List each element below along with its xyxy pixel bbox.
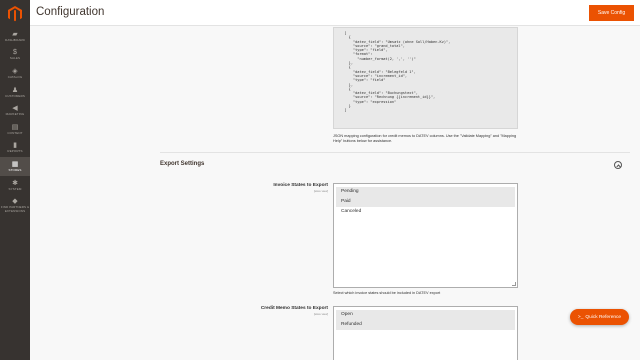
terminal-icon: >_ <box>577 314 584 320</box>
store-icon: ▦ <box>11 160 19 168</box>
mapping-code-textarea[interactable]: [ { "datev_field": "Umsatz (ohne Soll/Ha… <box>333 27 518 129</box>
invoice-states-hint: Select which invoice states should be in… <box>333 291 441 295</box>
mapping-code-text: [ { "datev_field": "Umsatz (ohne Soll/Ha… <box>344 31 451 113</box>
magento-logo-icon <box>8 5 22 21</box>
select-option[interactable]: Open <box>336 310 515 320</box>
sidebar-item-label: Reports <box>7 149 23 154</box>
invoice-states-label: Invoice States to Export [store view] <box>158 183 328 193</box>
invoice-states-label-text: Invoice States to Export <box>273 183 328 188</box>
person-icon: ♟ <box>11 86 19 94</box>
mapping-note: JSON mapping configuration for credit me… <box>333 134 517 143</box>
sidebar-item-label: Dashboard <box>5 37 25 42</box>
gear-icon: ✱ <box>12 179 18 187</box>
dashboard-icon: ▰ <box>12 30 18 38</box>
sidebar-item-dashboard[interactable]: ▰ Dashboard <box>0 27 30 46</box>
sidebar-item-label: Find Partners & Extensions <box>0 204 30 213</box>
sidebar-item-label: Customers <box>4 93 25 98</box>
extensions-icon: ◆ <box>12 197 18 205</box>
sidebar-item-label: Catalog <box>7 74 23 79</box>
credit-memo-states-label-text: Credit Memo States to Export <box>260 306 328 311</box>
select-option[interactable]: Paid <box>336 197 515 207</box>
collapse-chevron-icon[interactable] <box>614 161 622 169</box>
sidebar-item-sales[interactable]: $ Sales <box>0 46 30 65</box>
credit-memo-states-multiselect[interactable]: Open Refunded <box>333 306 518 360</box>
admin-sidebar: ▰ Dashboard $ Sales ◈ Catalog ♟ Customers ◀ Marke… <box>0 0 30 360</box>
sidebar-item-system[interactable]: ✱ System <box>0 176 30 195</box>
sidebar-item-label: Sales <box>9 56 21 61</box>
select-option[interactable]: Refunded <box>336 320 515 330</box>
invoice-states-scope: [store view] <box>313 188 328 193</box>
megaphone-icon: ◀ <box>12 105 18 113</box>
sidebar-item-find-partners-extensions[interactable]: ◆ Find Partners & Extensions <box>0 194 30 216</box>
bar-chart-icon: ▮ <box>13 142 17 150</box>
resize-handle-icon[interactable] <box>512 282 516 286</box>
select-option[interactable]: Pending <box>336 187 515 197</box>
export-settings-title[interactable]: Export Settings <box>160 161 204 167</box>
magento-logo[interactable] <box>0 0 30 27</box>
credit-memo-states-label: Credit Memo States to Export [store view… <box>158 306 328 316</box>
sidebar-item-catalog[interactable]: ◈ Catalog <box>0 64 30 83</box>
quick-reference-button[interactable]: >_ Quick Reference <box>570 309 629 325</box>
quick-reference-label: Quick Reference <box>585 314 622 320</box>
layout-icon: ▤ <box>11 123 19 131</box>
sidebar-item-label: Content <box>7 130 23 135</box>
page-title: Configuration <box>36 6 105 18</box>
credit-memo-states-scope: [store view] <box>313 311 328 316</box>
sidebar-item-label: Marketing <box>5 112 25 117</box>
sidebar-item-reports[interactable]: ▮ Reports <box>0 139 30 158</box>
page-header: Configuration Save Config <box>30 0 640 26</box>
section-divider <box>160 152 630 153</box>
sidebar-item-label: Stores <box>8 167 22 172</box>
dollar-icon: $ <box>13 49 17 57</box>
sidebar-item-customers[interactable]: ♟ Customers <box>0 83 30 102</box>
cube-icon: ◈ <box>12 67 18 75</box>
sidebar-item-content[interactable]: ▤ Content <box>0 120 30 139</box>
save-config-button[interactable]: Save Config <box>589 5 634 21</box>
sidebar-item-stores[interactable]: ▦ Stores <box>0 157 30 176</box>
invoice-states-multiselect[interactable]: Pending Paid Canceled <box>333 183 518 288</box>
sidebar-item-marketing[interactable]: ◀ Marketing <box>0 101 30 120</box>
select-option[interactable]: Canceled <box>336 207 515 217</box>
sidebar-item-label: System <box>8 186 22 191</box>
